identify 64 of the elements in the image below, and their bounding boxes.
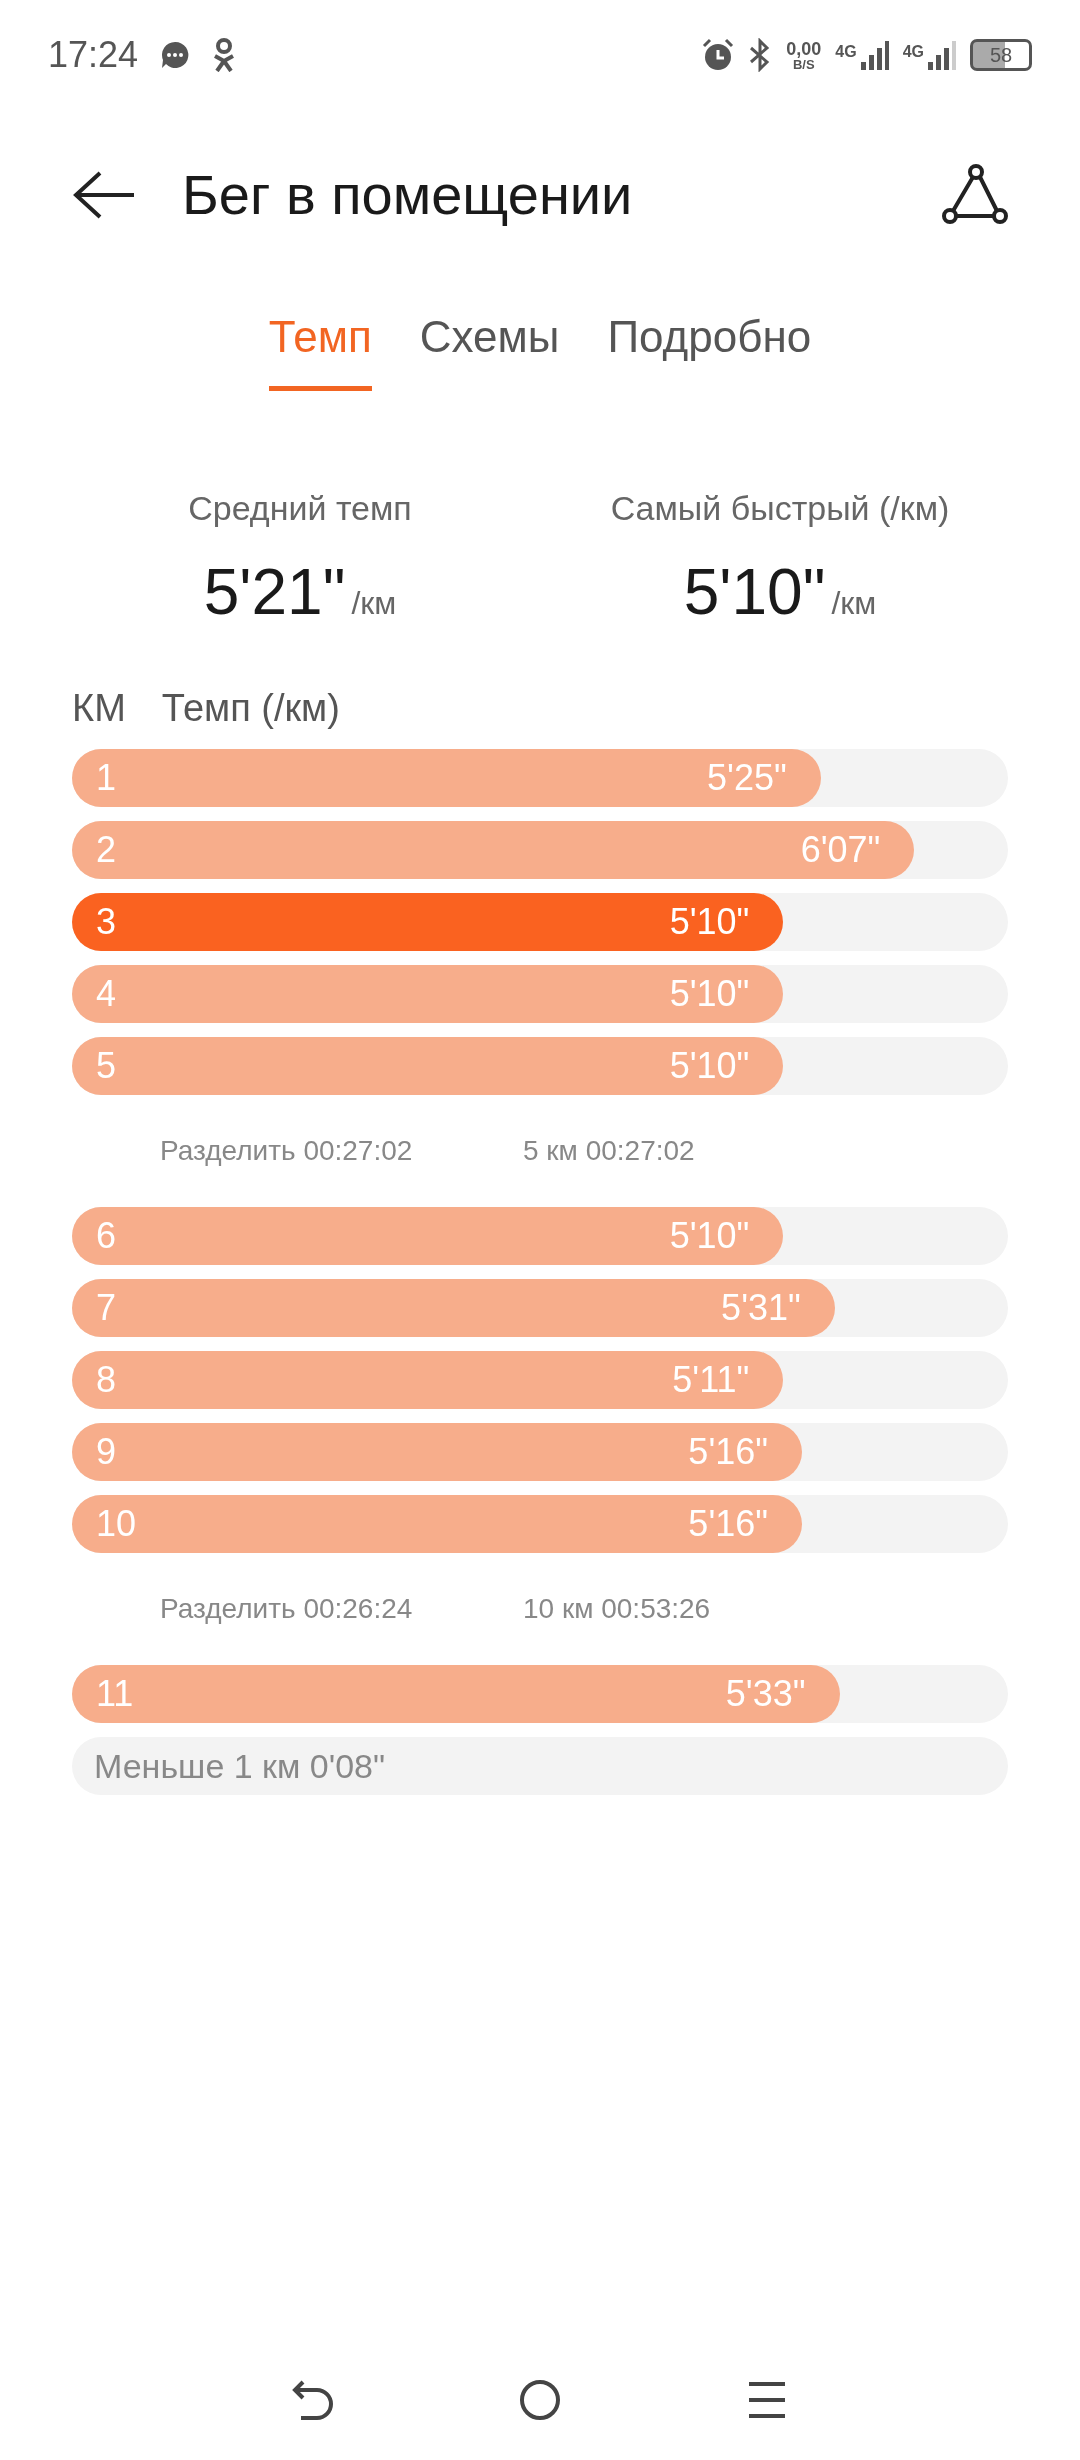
network-type: 4G <box>835 42 857 62</box>
km-number: 6 <box>96 1214 117 1258</box>
km-number: 1 <box>96 756 117 800</box>
split-time: Разделить 00:27:02 <box>160 1134 414 1168</box>
stat-value: 5'21" <box>203 555 346 630</box>
pace-value: 5'10" <box>669 1044 750 1088</box>
route-icon[interactable] <box>942 164 1008 226</box>
alarm-icon <box>702 38 735 72</box>
pace-bar[interactable]: 6 5'10" <box>72 1207 784 1265</box>
stat-unit: /км <box>351 584 397 623</box>
pace-value: 6'07" <box>800 828 881 872</box>
km-number: 8 <box>96 1358 117 1402</box>
pace-bar[interactable]: 1 5'25" <box>72 749 821 807</box>
pace-bar[interactable]: 5 5'10" <box>72 1037 784 1095</box>
pace-value: 5'10" <box>669 1214 750 1258</box>
network-speed: 0,00 <box>786 39 822 58</box>
stat-unit: /км <box>831 584 877 623</box>
pace-value: 5'10" <box>669 972 750 1016</box>
chat-bubble-icon <box>160 40 191 70</box>
pace-value: 5'10" <box>669 900 750 944</box>
pace-value: 5'25" <box>707 756 787 800</box>
km-number: 5 <box>96 1044 117 1088</box>
signal-icon <box>858 40 889 70</box>
column-header: Темп (/км) <box>161 686 340 731</box>
pace-value: 5'33" <box>725 1672 806 1716</box>
signal-icon <box>926 40 956 70</box>
pace-bar[interactable]: 9 5'16" <box>72 1423 803 1481</box>
pace-bar[interactable]: 4 5'10" <box>72 965 784 1023</box>
back-icon[interactable] <box>291 2378 336 2422</box>
km-number: 2 <box>96 828 117 872</box>
back-arrow-icon[interactable] <box>72 170 136 220</box>
pace-value: 5'11" <box>672 1358 750 1402</box>
km-number: 11 <box>96 1672 134 1716</box>
km-number: 7 <box>96 1286 117 1330</box>
km-number: 10 <box>96 1502 137 1546</box>
km-number: 3 <box>96 900 117 944</box>
page-title: Бег в помещении <box>182 162 634 228</box>
tab[interactable]: Темп <box>268 304 372 391</box>
stat-value: 5'10" <box>683 555 826 630</box>
pace-bar[interactable]: 8 5'11" <box>72 1351 784 1409</box>
pace-value: 5'16" <box>688 1502 769 1546</box>
network-type: 4G <box>902 42 924 62</box>
cumulative-time: 10 км 00:53:26 <box>523 1592 711 1626</box>
network-speed-unit: B/S <box>792 57 815 71</box>
clock-time: 17:24 <box>48 33 139 77</box>
pace-bar[interactable]: 3 5'10" <box>72 893 784 951</box>
home-icon[interactable] <box>518 2378 562 2422</box>
pace-bar[interactable]: 2 6'07" <box>72 821 915 879</box>
stat-label: Самый быстрый (/км) <box>610 488 950 529</box>
tab[interactable]: Схемы <box>419 304 560 391</box>
pace-bar[interactable]: 10 5'16" <box>72 1495 803 1553</box>
remainder-row: Меньше 1 км 0'08" <box>72 1737 1008 1795</box>
pace-value: 5'31" <box>721 1286 801 1330</box>
column-header: КМ <box>72 686 126 731</box>
person-icon <box>212 38 237 72</box>
pace-value: 5'16" <box>688 1430 769 1474</box>
pace-bar[interactable]: 7 5'31" <box>72 1279 835 1337</box>
stat-label: Средний темп <box>188 488 412 529</box>
cumulative-time: 5 км 00:27:02 <box>523 1134 695 1168</box>
km-number: 4 <box>96 972 117 1016</box>
split-time: Разделить 00:26:24 <box>160 1592 414 1626</box>
pace-bar[interactable]: 11 5'33" <box>72 1665 840 1723</box>
tab[interactable]: Подробно <box>607 304 812 391</box>
km-number: 9 <box>96 1430 117 1474</box>
